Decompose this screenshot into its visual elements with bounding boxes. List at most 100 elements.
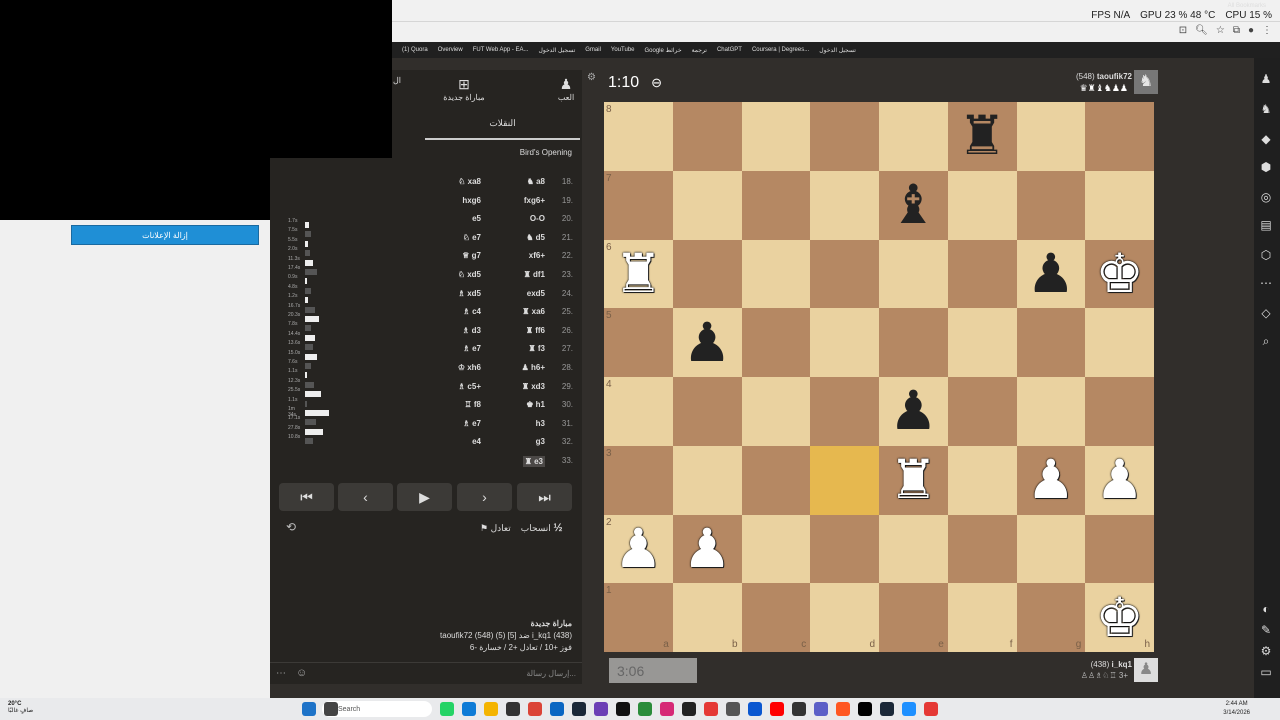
black-piece[interactable]: ♟ bbox=[889, 384, 937, 438]
binoculars-icon[interactable]: ◎ bbox=[1257, 188, 1275, 206]
settings-icon[interactable]: ⚙ bbox=[587, 72, 596, 83]
black-move[interactable]: ♗ c4 bbox=[463, 307, 481, 316]
square-h6[interactable]: ♚ bbox=[1085, 239, 1154, 309]
last-move-button[interactable]: ⏭ bbox=[517, 483, 572, 511]
black-piece[interactable]: ♟ bbox=[683, 315, 731, 370]
square-a2[interactable]: 2 ♟ bbox=[604, 514, 673, 584]
square-d8[interactable] bbox=[810, 102, 879, 171]
install-icon[interactable]: ⊡ bbox=[1179, 25, 1187, 36]
square-e8[interactable] bbox=[879, 102, 948, 171]
black-move[interactable]: ♗ d3 bbox=[462, 326, 481, 335]
task-view[interactable] bbox=[324, 702, 338, 716]
square-g5[interactable] bbox=[1016, 308, 1086, 377]
square-d4[interactable] bbox=[810, 377, 879, 446]
shield-icon[interactable]: ⬢ bbox=[1257, 158, 1275, 176]
chess-board[interactable]: 8 ♜ 7 ♝ 6 ♜ ♟ ♚ 5 ♟ 4 ♟ 3 ♜ ♟ ♟ 2 ♟ ♟ 1 a b c d e f g h ♚ bbox=[604, 102, 1154, 652]
white-move[interactable]: ♜ e3 bbox=[522, 456, 545, 467]
square-f3[interactable] bbox=[947, 445, 1017, 515]
square-e1[interactable]: e bbox=[879, 583, 948, 652]
square-h7[interactable] bbox=[1085, 170, 1154, 240]
black-move[interactable]: ♘ xa8 bbox=[458, 177, 481, 186]
taskbar-search[interactable]: ⌕ Search bbox=[322, 701, 432, 717]
black-piece[interactable]: ♟ bbox=[1027, 246, 1075, 301]
teams-icon[interactable] bbox=[814, 702, 828, 716]
file-explorer-icon[interactable] bbox=[484, 702, 498, 716]
black-piece[interactable]: ♝ bbox=[889, 178, 937, 232]
square-b5[interactable]: ♟ bbox=[672, 308, 742, 377]
tab-moves[interactable]: النقلات bbox=[425, 118, 580, 129]
white-piece[interactable]: ♜ bbox=[614, 246, 662, 301]
remove-ads-button[interactable]: إزالة الإعلانات bbox=[71, 225, 259, 245]
nav-new-game[interactable]: ⊞ مباراة جديدة bbox=[434, 76, 494, 102]
black-move[interactable]: ♘ e7 bbox=[463, 233, 481, 242]
square-d5[interactable] bbox=[810, 308, 879, 377]
square-c5[interactable] bbox=[741, 308, 811, 377]
black-move[interactable]: ♗ xd5 bbox=[458, 289, 481, 298]
square-e3[interactable]: ♜ bbox=[879, 445, 948, 515]
square-g3[interactable]: ♟ bbox=[1016, 445, 1086, 515]
message-input[interactable]: إرسال رسالة... bbox=[526, 669, 576, 678]
bookmark-item[interactable]: Google خرائط bbox=[645, 47, 682, 54]
youtube-icon[interactable] bbox=[770, 702, 784, 716]
white-piece[interactable]: ♟ bbox=[614, 521, 662, 576]
steam-icon[interactable] bbox=[880, 702, 894, 716]
black-move[interactable]: ♕ g7 bbox=[462, 251, 481, 260]
square-c7[interactable] bbox=[741, 170, 811, 240]
square-h8[interactable] bbox=[1085, 102, 1154, 171]
square-h2[interactable] bbox=[1085, 514, 1154, 584]
fire-icon[interactable]: ◆ bbox=[1257, 130, 1275, 148]
square-a5[interactable]: 5 bbox=[604, 308, 673, 377]
app-icon[interactable] bbox=[682, 702, 696, 716]
square-h4[interactable] bbox=[1085, 377, 1154, 446]
white-move[interactable]: xf6+ bbox=[529, 251, 545, 260]
square-b3[interactable] bbox=[672, 445, 742, 515]
sidebar-icon[interactable]: ▭ bbox=[1257, 663, 1275, 681]
square-a7[interactable]: 7 bbox=[604, 170, 673, 240]
square-d7[interactable] bbox=[810, 170, 879, 240]
square-c4[interactable] bbox=[741, 377, 811, 446]
chess-pawn-icon[interactable]: ♞ bbox=[1257, 100, 1275, 118]
square-e2[interactable] bbox=[879, 514, 948, 584]
bookmark-item[interactable]: Coursera | Degrees... bbox=[752, 47, 809, 53]
square-a3[interactable]: 3 bbox=[604, 445, 673, 515]
more-icon[interactable]: ⋯ bbox=[1257, 274, 1275, 292]
white-piece[interactable]: ♟ bbox=[1027, 453, 1075, 507]
square-b8[interactable] bbox=[672, 102, 742, 171]
black-move[interactable]: ♗ e7 bbox=[463, 344, 481, 353]
bookmark-item[interactable]: Overview bbox=[438, 47, 463, 53]
square-b7[interactable] bbox=[672, 170, 742, 240]
square-g1[interactable]: g bbox=[1016, 583, 1086, 652]
bookmark-item[interactable]: ترجمة bbox=[692, 47, 707, 54]
store-icon[interactable] bbox=[506, 702, 520, 716]
white-move[interactable]: ♜ ff6 bbox=[526, 326, 545, 335]
bookmark-item[interactable]: (1) Quora bbox=[402, 47, 428, 53]
square-e6[interactable] bbox=[879, 239, 948, 309]
gem-icon[interactable]: ◇ bbox=[1257, 304, 1275, 322]
bookmark-item[interactable]: YouTube bbox=[611, 47, 635, 53]
app-icon[interactable] bbox=[726, 702, 740, 716]
square-d2[interactable] bbox=[810, 514, 879, 584]
app-icon[interactable] bbox=[704, 702, 718, 716]
app-icon[interactable] bbox=[748, 702, 762, 716]
square-e7[interactable]: ♝ bbox=[879, 170, 948, 240]
black-move[interactable]: ♖ f8 bbox=[464, 400, 481, 409]
extension-icon[interactable]: ⧉ bbox=[1233, 25, 1240, 36]
white-move[interactable]: ♚ h1 bbox=[526, 400, 545, 409]
chess-extension-icon[interactable]: ♟ bbox=[1257, 70, 1275, 88]
square-g6[interactable]: ♟ bbox=[1016, 239, 1086, 309]
app-icon[interactable] bbox=[638, 702, 652, 716]
white-move[interactable]: h3 bbox=[536, 419, 545, 428]
whatsapp-icon[interactable] bbox=[440, 702, 454, 716]
square-a6[interactable]: 6 ♜ bbox=[604, 239, 673, 309]
square-a1[interactable]: 1a bbox=[604, 583, 673, 652]
first-move-button[interactable]: ⏮ bbox=[279, 483, 334, 511]
gear-icon[interactable]: ⚙ bbox=[1257, 642, 1275, 660]
white-move[interactable]: ♜ xd3 bbox=[522, 382, 545, 391]
instagram-icon[interactable] bbox=[660, 702, 674, 716]
square-c2[interactable] bbox=[741, 514, 811, 584]
tiktok-icon[interactable] bbox=[858, 702, 872, 716]
black-move[interactable]: ♔ xh6 bbox=[458, 363, 481, 372]
white-move[interactable]: O-O bbox=[530, 214, 545, 223]
square-f8[interactable]: ♜ bbox=[947, 102, 1017, 171]
play-button[interactable]: ▶ bbox=[397, 483, 452, 511]
